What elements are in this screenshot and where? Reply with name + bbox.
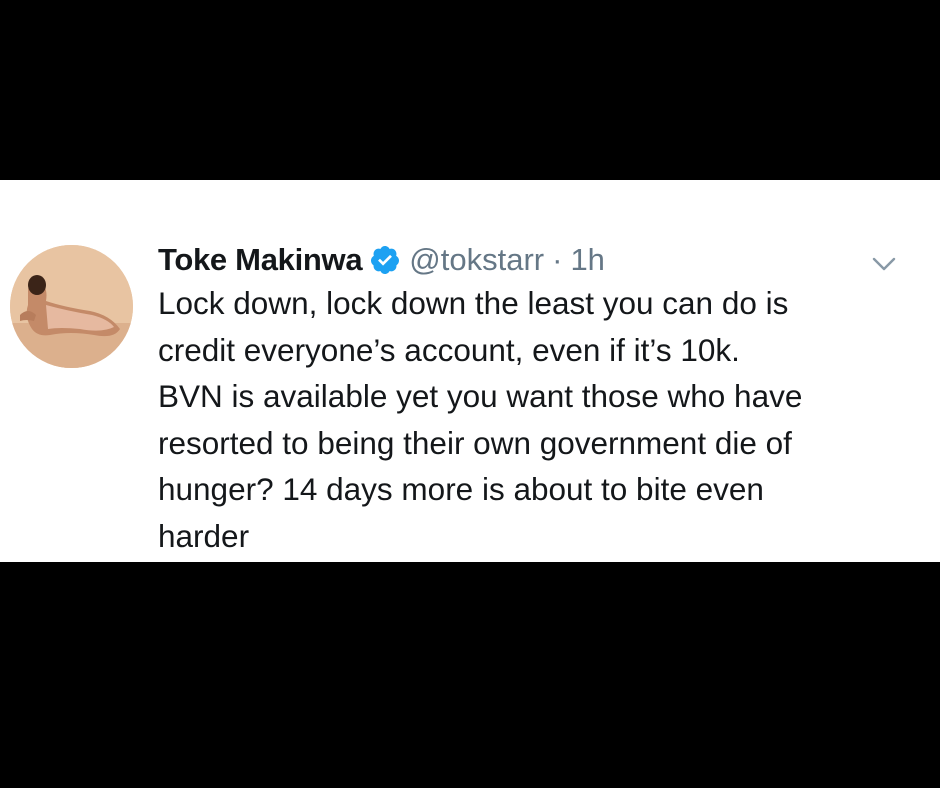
meta-separator: ·: [552, 242, 563, 277]
tweet-header: Toke Makinwa @tokstarr · 1h: [158, 238, 908, 282]
tweet-text-line: Lock down, lock down the least you can d…: [158, 285, 789, 321]
tweet-text-line: hunger? 14 days more is about to bite ev…: [158, 471, 764, 507]
bottom-black-bar: [0, 562, 940, 788]
tweet-timestamp[interactable]: 1h: [570, 242, 604, 278]
top-black-bar: [0, 0, 940, 180]
user-handle[interactable]: @tokstarr: [409, 242, 544, 278]
tweet-text: Lock down, lock down the least you can d…: [158, 280, 918, 559]
tweet-text-line: BVN is available yet you want those who …: [158, 378, 803, 414]
tweet-text-line: credit everyone’s account, even if it’s …: [158, 331, 740, 368]
tweet-text-line: harder: [158, 517, 250, 554]
avatar[interactable]: [10, 245, 133, 368]
verified-badge-icon: [369, 244, 401, 276]
tweet-text-line: resorted to being their own government d…: [158, 424, 792, 461]
chevron-down-icon[interactable]: [866, 250, 902, 278]
tweet-card[interactable]: Toke Makinwa @tokstarr · 1h Lock down, l…: [0, 180, 940, 562]
tweet-content: Toke Makinwa @tokstarr · 1h Lock down, l…: [158, 238, 908, 559]
display-name[interactable]: Toke Makinwa: [158, 242, 363, 278]
